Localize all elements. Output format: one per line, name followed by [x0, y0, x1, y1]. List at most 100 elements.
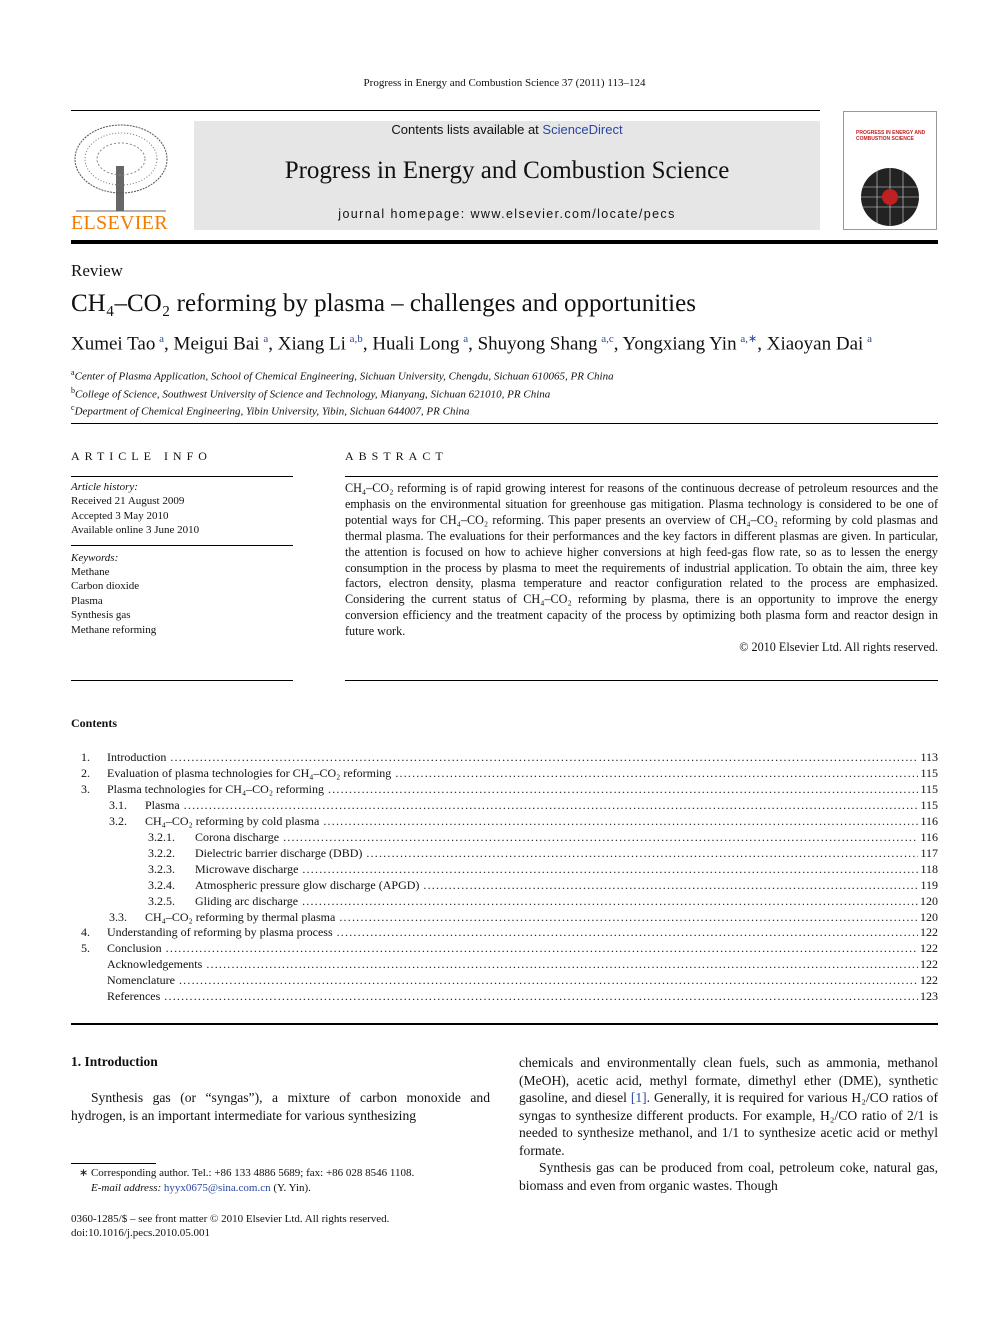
journal-banner: Contents lists available at ScienceDirec…	[194, 121, 820, 230]
toc-leader	[337, 925, 918, 941]
toc-page: 120	[920, 909, 938, 924]
toc-number	[71, 957, 107, 973]
history-item: Received 21 August 2009	[71, 495, 185, 508]
cover-sphere-icon	[861, 168, 919, 226]
toc-entry[interactable]: 3.2.1. Corona discharge 116	[71, 830, 938, 846]
section-heading-introduction: 1. Introduction	[71, 1054, 158, 1069]
author: Shuyong Shang	[477, 333, 598, 355]
toc-number: 4.	[81, 925, 90, 940]
front-matter: 0360-1285/$ – see front matter © 2010 El…	[71, 1212, 389, 1240]
toc-number: 3.2.3.	[148, 861, 175, 876]
toc-entry[interactable]: 4. Understanding of reforming by plasma p…	[71, 925, 938, 941]
affiliation: bCollege of Science, Southwest Universit…	[71, 384, 614, 402]
toc-label: CH₄–CO₂ reforming by thermal plasma	[145, 909, 336, 924]
history-label: Article history:	[71, 481, 138, 493]
cover-title: PROGRESS IN ENERGY AND COMBUSTION SCIENC…	[856, 130, 926, 142]
email-link[interactable]: hyyx0675@sina.com.cn	[164, 1182, 271, 1194]
toc-page: 118	[920, 861, 938, 876]
toc-entry[interactable]: 3.2.5. Gliding arc discharge 120	[71, 894, 938, 910]
toc-entry[interactable]: Nomenclature 122	[71, 973, 938, 989]
toc-entry[interactable]: 3.3. CH₄–CO₂ reforming by thermal plasma 1…	[71, 910, 938, 926]
toc-leader	[164, 989, 918, 1005]
toc-leader	[302, 862, 918, 878]
contents-heading: Contents	[71, 716, 118, 730]
author-affiliation-mark[interactable]: a	[263, 333, 268, 345]
author-affiliation-mark[interactable]: a,c	[601, 333, 614, 345]
toc-entry[interactable]: 2. Evaluation of plasma technologies for …	[71, 766, 938, 782]
divider	[71, 423, 938, 424]
toc-leader	[179, 973, 918, 989]
email-suffix: (Y. Yin).	[270, 1182, 311, 1194]
author-list: Xumei Tao a, Meigui Bai a, Xiang Li a,b,…	[71, 333, 873, 355]
toc-number: 3.2.	[109, 813, 127, 828]
divider	[71, 1023, 938, 1025]
toc-page: 116	[920, 813, 938, 828]
publisher-name: ELSEVIER	[71, 212, 168, 234]
toc-label: Gliding arc discharge	[195, 893, 299, 908]
author-affiliation-mark[interactable]: a	[463, 333, 468, 345]
toc-page: 122	[920, 941, 938, 956]
toc-leader	[395, 766, 918, 782]
toc-label: Conclusion	[107, 941, 162, 956]
author: Xumei Tao	[71, 333, 156, 355]
keyword: Synthesis gas	[71, 609, 131, 622]
doi[interactable]: doi:10.1016/j.pecs.2010.05.001	[71, 1226, 389, 1240]
history-item: Accepted 3 May 2010	[71, 509, 169, 522]
author: Yongxiang Yin	[622, 333, 737, 355]
toc-label: Plasma technologies for CH₄–CO₂ reformin…	[107, 781, 324, 796]
author-affiliation-mark[interactable]: a,∗	[740, 333, 757, 345]
divider	[71, 680, 293, 681]
paragraph: chemicals and environmentally clean fuel…	[519, 1054, 938, 1159]
toc-leader	[366, 846, 918, 862]
footnote-rule	[71, 1163, 156, 1164]
intro-right-column: chemicals and environmentally clean fuel…	[519, 1054, 938, 1194]
toc-entry[interactable]: Acknowledgements 122	[71, 957, 938, 973]
divider	[345, 680, 938, 681]
affiliation-text: Department of Chemical Engineering, Yibi…	[74, 405, 470, 418]
toc-number: 3.2.5.	[148, 893, 175, 908]
abstract-copyright: © 2010 Elsevier Ltd. All rights reserved…	[739, 640, 938, 655]
toc-entry[interactable]: 1. Introduction 113	[71, 750, 938, 766]
toc-leader	[323, 814, 918, 830]
toc-entry[interactable]: 3.2.4. Atmospheric pressure glow discharg…	[71, 878, 938, 894]
toc-entry[interactable]: 3. Plasma technologies for CH₄–CO₂ reform…	[71, 782, 938, 798]
toc-entry[interactable]: 3.2. CH₄–CO₂ reforming by cold plasma 116	[71, 814, 938, 830]
keyword: Carbon dioxide	[71, 580, 140, 593]
toc-number: 3.3.	[109, 909, 127, 924]
toc-page: 120	[920, 893, 938, 908]
toc-entry[interactable]: 3.2.3. Microwave discharge 118	[71, 862, 938, 878]
reference-link[interactable]: [1]	[631, 1090, 647, 1105]
toc-page: 113	[920, 750, 938, 764]
history-item: Available online 3 June 2010	[71, 524, 200, 537]
email-label: E-mail address:	[91, 1182, 164, 1194]
toc-number: 3.2.2.	[148, 845, 175, 860]
author-affiliation-mark[interactable]: a	[159, 333, 164, 345]
toc-label: Dielectric barrier discharge (DBD)	[195, 845, 363, 860]
journal-homepage[interactable]: journal homepage: www.elsevier.com/locat…	[194, 207, 820, 221]
toc-label: Nomenclature	[107, 973, 175, 988]
toc-page: 122	[920, 957, 938, 972]
toc-label: CH₄–CO₂ reforming by cold plasma	[145, 813, 320, 828]
divider	[71, 476, 293, 477]
toc-page: 117	[920, 845, 938, 860]
journal-citation: Progress in Energy and Combustion Scienc…	[363, 77, 646, 89]
toc-page: 115	[920, 765, 938, 780]
contents-prefix: Contents lists available at	[391, 122, 543, 137]
toc-entry[interactable]: 5. Conclusion 122	[71, 941, 938, 957]
affiliation-text: College of Science, Southwest University…	[75, 388, 551, 401]
paragraph: Synthesis gas can be produced from coal,…	[519, 1160, 938, 1193]
toc-leader	[423, 878, 918, 894]
toc-number: 3.1.	[109, 797, 127, 812]
author-affiliation-mark[interactable]: a	[867, 333, 872, 345]
toc-entry[interactable]: 3.1. Plasma 115	[71, 798, 938, 814]
toc-entry[interactable]: 3.2.2. Dielectric barrier discharge (DBD)…	[71, 846, 938, 862]
toc-page: 122	[920, 973, 938, 988]
toc-page: 116	[920, 829, 938, 844]
toc-leader	[302, 894, 918, 910]
toc-entry[interactable]: References 123	[71, 989, 938, 1005]
toc-label: Introduction	[107, 750, 167, 764]
elsevier-logo: ELSEVIER	[71, 121, 171, 234]
contents-line: Contents lists available at ScienceDirec…	[194, 122, 820, 137]
sciencedirect-link[interactable]: ScienceDirect	[542, 122, 622, 137]
author-affiliation-mark[interactable]: a,b	[350, 333, 363, 345]
